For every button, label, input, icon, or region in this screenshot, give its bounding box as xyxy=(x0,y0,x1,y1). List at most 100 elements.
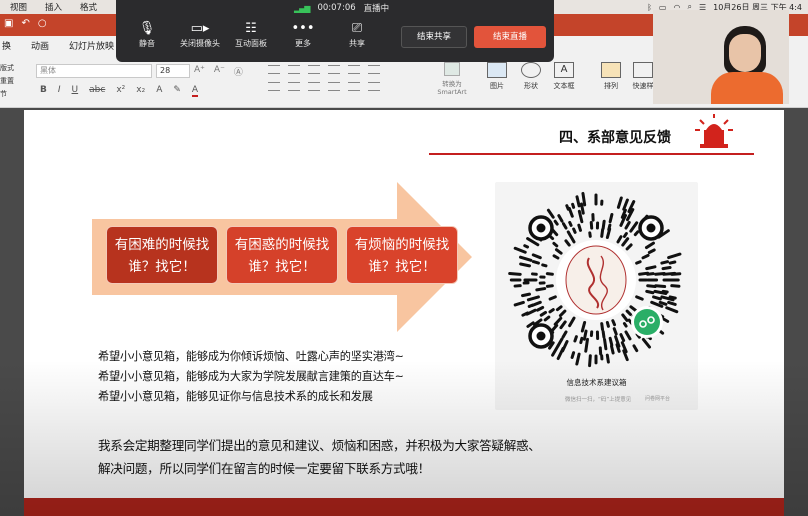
pill-difficulty: 有困难的时候找 谁？找它！ xyxy=(106,226,218,284)
mute-button[interactable]: 🎙 静音 xyxy=(122,20,172,49)
menu-item-insert[interactable]: 插入 xyxy=(45,1,62,13)
pill-worry: 有烦恼的时候找 谁？找它！ xyxy=(346,226,458,284)
increase-indent-icon[interactable] xyxy=(328,65,340,74)
wish-line: 希望小小意见箱，能够成为大家为学院发展献言建策的直达车~ xyxy=(98,370,404,383)
strikethrough-icon[interactable]: abc xyxy=(89,85,105,97)
align-center-icon[interactable] xyxy=(288,82,300,91)
miniprogram-qr-code xyxy=(508,191,682,368)
arrange-icon xyxy=(601,62,621,78)
note-line: 我系会定期整理同学们提出的意见和建议、烦恼和困惑，并积极为大家答疑解惑、 xyxy=(98,438,541,453)
live-timer: ▂▄▆ 00:07:06 直播中 xyxy=(294,2,389,14)
meeting-toolbar: ▂▄▆ 00:07:06 直播中 🎙 静音 ▭▸ 关闭摄像头 ☷ 互动面板 ••… xyxy=(116,0,554,62)
more-icon: ••• xyxy=(291,21,315,36)
title-underline xyxy=(429,153,754,155)
shape-label: 形状 xyxy=(524,82,538,90)
insert-textbox-button[interactable]: A 文本框 xyxy=(547,62,581,91)
arrange-button[interactable]: 排列 xyxy=(594,62,628,91)
undo-icon[interactable]: ↶ xyxy=(21,18,29,29)
italic-icon[interactable]: I xyxy=(58,85,61,97)
redo-icon[interactable]: ○ xyxy=(38,18,47,29)
text-direction-icon[interactable] xyxy=(348,82,360,91)
subscript-icon[interactable]: x₂ xyxy=(136,85,145,97)
shrink-font-icon[interactable]: A⁻ xyxy=(214,65,225,78)
align-right-icon[interactable] xyxy=(308,82,320,91)
pill-confusion-line1: 有困惑的时候找 xyxy=(234,237,330,253)
align-left-icon[interactable] xyxy=(268,82,280,91)
align-text-icon[interactable] xyxy=(368,82,380,91)
text-effects-icon[interactable]: A xyxy=(156,85,162,97)
camera-icon: ▭▸ xyxy=(190,21,210,36)
font-color-icon[interactable]: A xyxy=(191,85,199,97)
pill-worry-line2: 谁？找它！ xyxy=(368,259,436,275)
pill-difficulty-line2: 谁？找它！ xyxy=(128,259,196,275)
superscript-icon[interactable]: x² xyxy=(116,85,125,97)
decrease-indent-icon[interactable] xyxy=(308,65,320,74)
columns-icon[interactable] xyxy=(368,65,380,74)
grow-font-icon[interactable]: A⁺ xyxy=(194,65,205,78)
tab-slideshow[interactable]: 幻灯片放映 xyxy=(69,39,114,52)
mute-label: 静音 xyxy=(139,39,155,48)
qr-card: 信息技术系建议箱 微信扫一扫，“码”上提意见 问卷网平台 xyxy=(495,182,698,410)
textbox-label: 文本框 xyxy=(553,82,575,90)
more-button[interactable]: ••• 更多 xyxy=(278,20,328,49)
signal-icon: ▂▄▆ xyxy=(294,3,311,13)
clear-format-icon[interactable]: Ⓐ xyxy=(234,65,243,78)
smartart-icon xyxy=(444,62,460,76)
slide-title: 四、系部意见反馈 xyxy=(559,130,671,146)
pill-difficulty-line1: 有困难的时候找 xyxy=(114,237,210,253)
qr-caption: 信息技术系建议箱 xyxy=(566,378,627,387)
end-live-button[interactable]: 结束直播 xyxy=(474,26,546,48)
pill-confusion-line2: 谁？找它！ xyxy=(248,259,316,275)
slide-footer-bar xyxy=(24,498,784,516)
microphone-icon: 🎙 xyxy=(138,21,156,36)
share-label: 共享 xyxy=(349,39,365,48)
pill-confusion: 有困惑的时候找 谁？找它！ xyxy=(226,226,338,284)
live-status: 直播中 xyxy=(363,4,390,14)
insert-picture-button[interactable]: 图片 xyxy=(480,62,514,91)
font-name-select[interactable]: 黑体 xyxy=(36,64,152,78)
highlight-icon[interactable]: ✎ xyxy=(173,85,181,97)
underline-icon[interactable]: U xyxy=(72,85,79,97)
picture-label: 图片 xyxy=(490,82,504,90)
interaction-panel-label: 互动面板 xyxy=(235,39,267,48)
smartart-label: 转换为 SmartArt xyxy=(437,80,467,96)
tab-transitions[interactable]: 换 xyxy=(2,39,11,52)
quick-styles-icon xyxy=(633,62,653,78)
share-button[interactable]: ⎚ 共享 xyxy=(332,20,382,49)
slide: 四、系部意见反馈 有困难的时候找 谁？找它！ 有困惑的时候找 谁？找它！ 有烦恼… xyxy=(24,110,784,516)
menu-item-view[interactable]: 视图 xyxy=(10,1,27,13)
tab-animations[interactable]: 动画 xyxy=(31,39,49,52)
font-size-buttons: A⁺ A⁻ Ⓐ xyxy=(194,65,243,78)
line-spacing-icon[interactable] xyxy=(348,65,360,74)
section-button[interactable]: 节 xyxy=(0,88,14,101)
qr-brand: 问卷网平台 xyxy=(645,396,671,402)
wish-line: 希望小小意见箱，能够成为你倾诉烦恼、吐露心声的坚实港湾~ xyxy=(98,350,404,363)
end-share-button[interactable]: 结束共享 xyxy=(401,26,467,48)
convert-smartart-button[interactable]: 转换为 SmartArt xyxy=(434,62,470,96)
slide-group-stub: 版式 重置 节 xyxy=(0,62,14,101)
bold-icon[interactable]: B xyxy=(40,85,47,97)
bullets-icon[interactable] xyxy=(268,65,280,74)
justify-icon[interactable] xyxy=(328,82,340,91)
bluetooth-icon[interactable]: ᛒ xyxy=(647,3,652,12)
interaction-panel-button[interactable]: ☷ 互动面板 xyxy=(226,20,276,49)
reset-button[interactable]: 重置 xyxy=(0,75,14,88)
alarm-light-icon xyxy=(695,114,733,148)
camera-off-button[interactable]: ▭▸ 关闭摄像头 xyxy=(175,20,225,49)
share-screen-icon: ⎚ xyxy=(351,21,363,36)
picture-icon xyxy=(487,62,507,78)
wish-line: 希望小小意见箱，能够见证你与信息技术系的成长和发展 xyxy=(98,390,373,403)
numbering-icon[interactable] xyxy=(288,65,300,74)
note-line: 解决问题，所以同学们在留言的时候一定要留下联系方式哦！ xyxy=(98,461,430,476)
layout-button[interactable]: 版式 xyxy=(0,62,14,75)
font-size-select[interactable]: 28 xyxy=(156,64,190,78)
presenter-webcam xyxy=(653,10,789,104)
elapsed-time: 00:07:06 xyxy=(317,3,356,13)
menu-item-format[interactable]: 格式 xyxy=(80,1,97,13)
chat-panel-icon: ☷ xyxy=(245,21,257,36)
camera-label: 关闭摄像头 xyxy=(180,39,220,48)
qr-subcaption: 微信扫一扫，“码”上提意见 xyxy=(565,397,632,403)
textbox-icon: A xyxy=(554,62,574,78)
insert-shape-button[interactable]: 形状 xyxy=(514,62,548,91)
save-icon[interactable]: ▣ xyxy=(4,18,13,29)
